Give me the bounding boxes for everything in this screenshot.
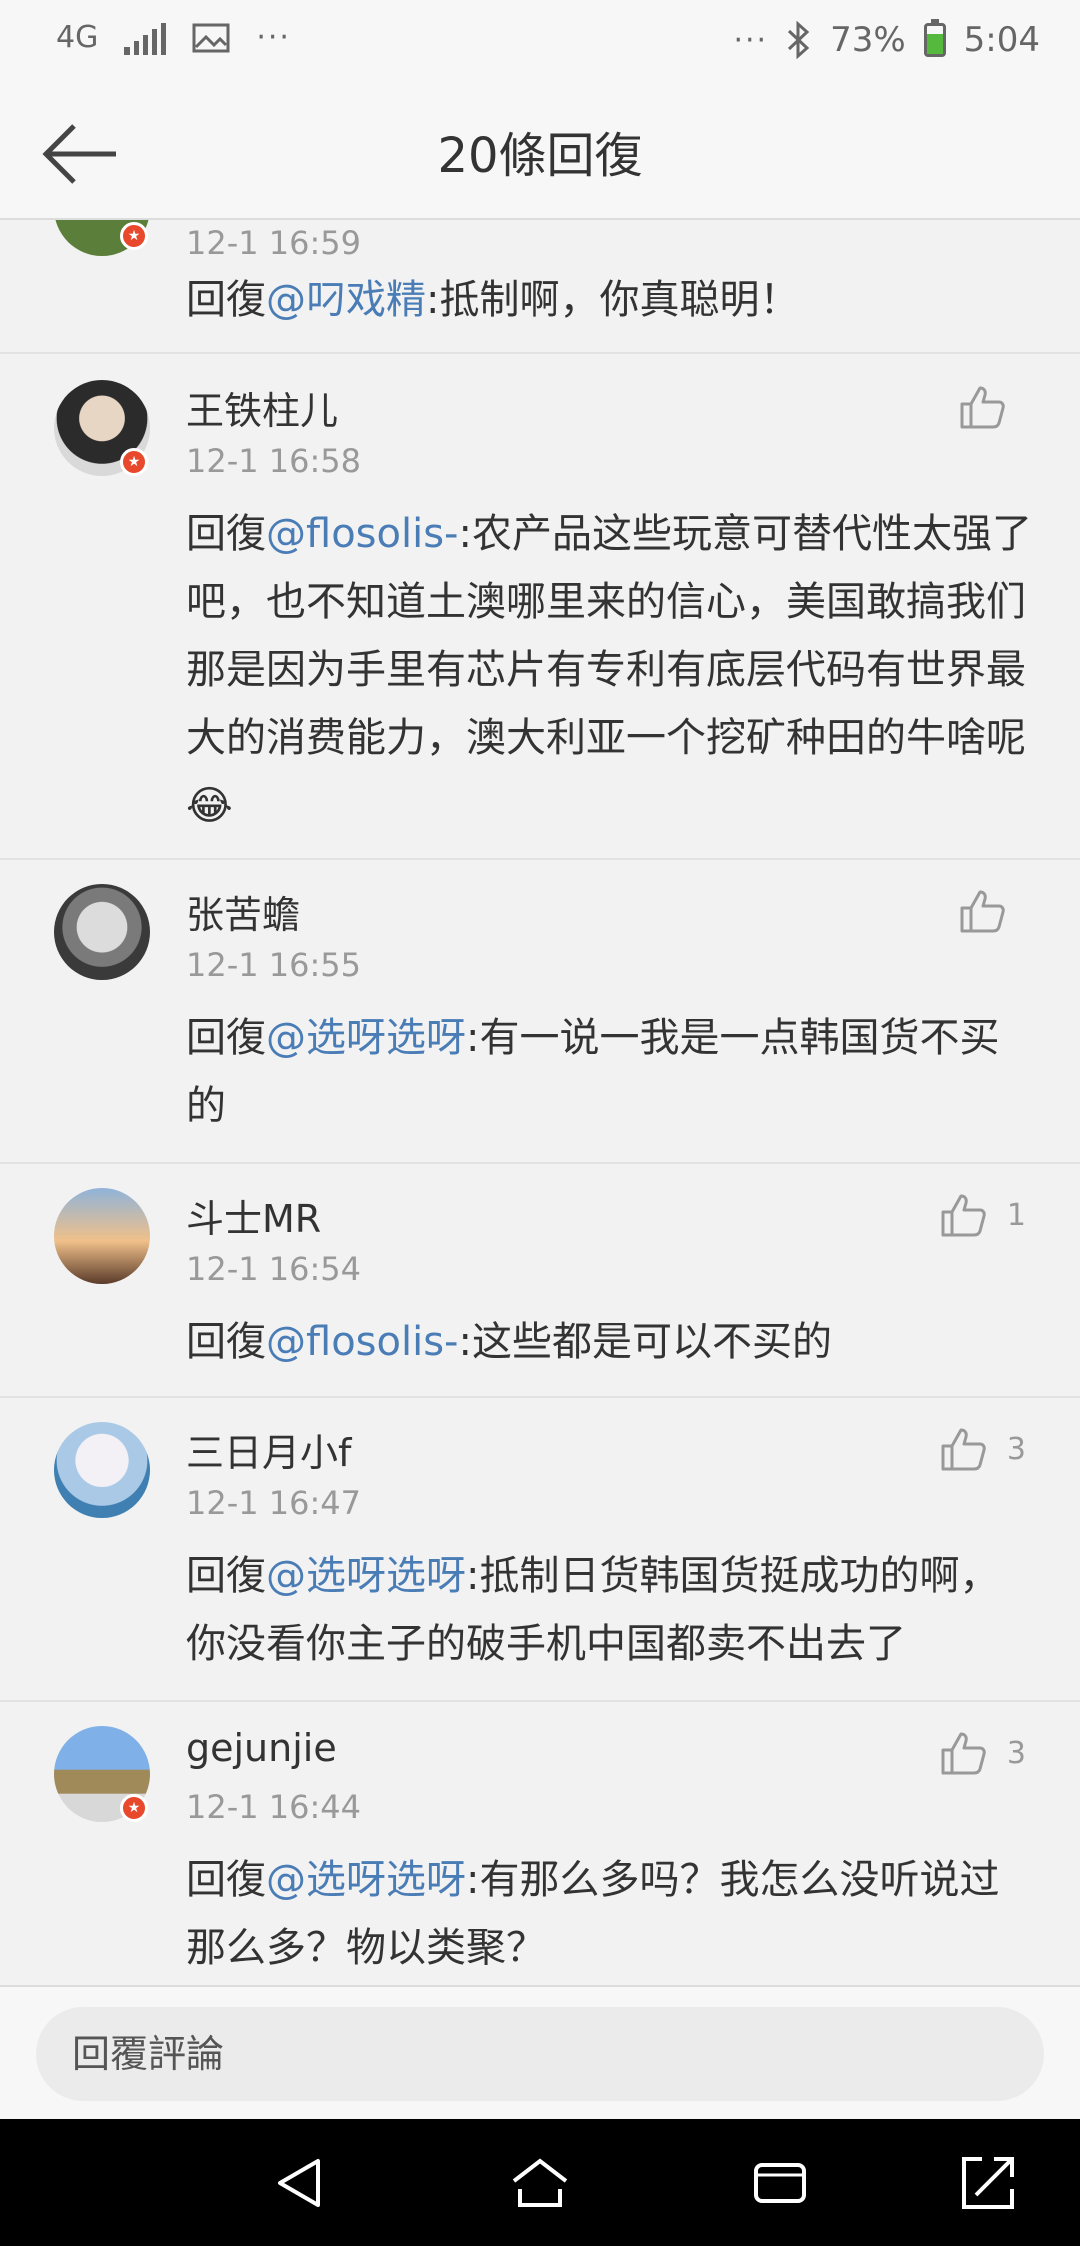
signal-icon [124,21,167,55]
battery-icon [923,19,946,57]
status-bar: 4G ··· ··· 73% 5:04 [0,0,1080,90]
comment-item: 斗士MR 12-1 16:54 1 回復@flosolis-:这些都是可以不买的 [0,1164,1080,1398]
comment-list[interactable]: ★ 12-1 16:59 回復@叼戏精:抵制啊，你真聪明！ ★ 王铁柱儿 12-… [0,220,1080,1985]
like-button[interactable]: 3 [939,1730,1026,1776]
comment-time: 12-1 16:44 [186,1788,362,1826]
mention-link[interactable]: @选呀选呀 [266,1015,466,1061]
comment-body: :抵制啊，你真聪明！ [426,277,800,323]
comment-author[interactable]: 三日月小f [186,1422,351,1477]
thumbs-up-icon [941,1428,986,1471]
thumbs-up-icon [960,890,1005,933]
like-count: 1 [1006,1197,1026,1233]
comment-author[interactable]: 张苦蟾 [186,884,300,939]
reply-bar [0,1985,1080,2121]
header: 20條回復 [0,90,1080,220]
system-nav-bar [0,2119,1080,2246]
comment-text: 回復@叼戏精:抵制啊，你真聪明！ [186,266,1036,334]
reply-prefix: 回復 [186,277,266,323]
reply-prefix: 回復 [186,1319,266,1365]
comment-time: 12-1 16:54 [186,1250,362,1288]
comment-time: 12-1 16:58 [186,442,362,480]
comment-text: 回復@flosolis-:农产品这些玩意可替代性太强了吧，也不知道土澳哪里来的信… [186,500,1036,840]
reply-prefix: 回復 [186,1015,266,1061]
comment-item: ★ gejunjie 12-1 16:44 3 回復@选呀选呀:有那么多吗？我怎… [0,1702,1080,1985]
mention-link[interactable]: @叼戏精 [266,277,426,323]
comment-text: 回復@flosolis-:这些都是可以不买的 [186,1308,1036,1376]
nav-back-icon[interactable] [268,2151,332,2215]
avatar[interactable] [54,1422,150,1518]
comment-item: 三日月小f 12-1 16:47 3 回復@选呀选呀:抵制日货韩国货挺成功的啊，… [0,1398,1080,1702]
mention-link[interactable]: @flosolis- [266,511,458,557]
reply-prefix: 回復 [186,511,266,557]
verified-badge-icon: ★ [120,448,148,476]
mention-link[interactable]: @flosolis- [266,1319,458,1365]
like-button[interactable]: 3 [939,1426,1026,1472]
thumbs-up-icon [941,1732,986,1775]
mention-link[interactable]: @选呀选呀 [266,1553,466,1599]
thumbs-up-icon [960,386,1005,429]
verified-badge-icon: ★ [120,1794,148,1822]
reply-prefix: 回復 [186,1857,266,1903]
comment-author[interactable]: gejunjie [186,1726,337,1770]
nav-home-icon[interactable] [508,2151,572,2215]
more-status-icon: ··· [733,22,769,58]
nav-expand-icon[interactable] [956,2151,1020,2215]
page-title: 20條回復 [437,128,643,184]
comment-item: 张苦蟾 12-1 16:55 回復@选呀选呀:有一说一我是一点韩国货不买的 [0,860,1080,1164]
image-notification-icon [192,23,230,52]
comment-author[interactable]: 斗士MR [186,1188,321,1243]
verified-badge-icon: ★ [120,222,148,250]
reply-prefix: 回復 [186,1553,266,1599]
like-count: 3 [1006,1431,1026,1467]
comment-text: 回復@选呀选呀:有一说一我是一点韩国货不买的 [186,1004,1036,1140]
comment-body: :这些都是可以不买的 [458,1319,832,1365]
comment-time: 12-1 16:55 [186,946,362,984]
network-type: 4G [56,19,99,55]
comment-body: :农产品这些玩意可替代性太强了吧，也不知道土澳哪里来的信心，美国敢搞我们那是因为… [186,511,1032,829]
bluetooth-icon [788,21,810,59]
battery-percent: 73% [830,20,906,60]
comment-item: ★ 12-1 16:59 回復@叼戏精:抵制啊，你真聪明！ [0,220,1080,354]
clock: 5:04 [963,20,1040,60]
comment-text: 回復@选呀选呀:抵制日货韩国货挺成功的啊，你没看你主子的破手机中国都卖不出去了 [186,1542,1036,1678]
like-button[interactable] [958,384,1026,430]
mention-link[interactable]: @选呀选呀 [266,1857,466,1903]
more-notifications-icon: ··· [256,20,291,55]
avatar[interactable] [54,1188,150,1284]
like-count: 3 [1006,1735,1026,1771]
like-button[interactable]: 1 [939,1192,1026,1238]
comment-author[interactable]: 王铁柱儿 [186,380,338,435]
comment-item: ★ 王铁柱儿 12-1 16:58 回復@flosolis-:农产品这些玩意可替… [0,354,1080,860]
comment-time: 12-1 16:59 [186,224,362,262]
reply-input[interactable] [36,2007,1044,2101]
comment-text: 回復@选呀选呀:有那么多吗？我怎么没听说过那么多？物以类聚？ [186,1846,1036,1982]
thumbs-up-icon [941,1194,986,1237]
comment-time: 12-1 16:47 [186,1484,362,1522]
nav-recents-icon[interactable] [748,2151,812,2215]
avatar[interactable] [54,884,150,980]
like-button[interactable] [958,888,1026,934]
